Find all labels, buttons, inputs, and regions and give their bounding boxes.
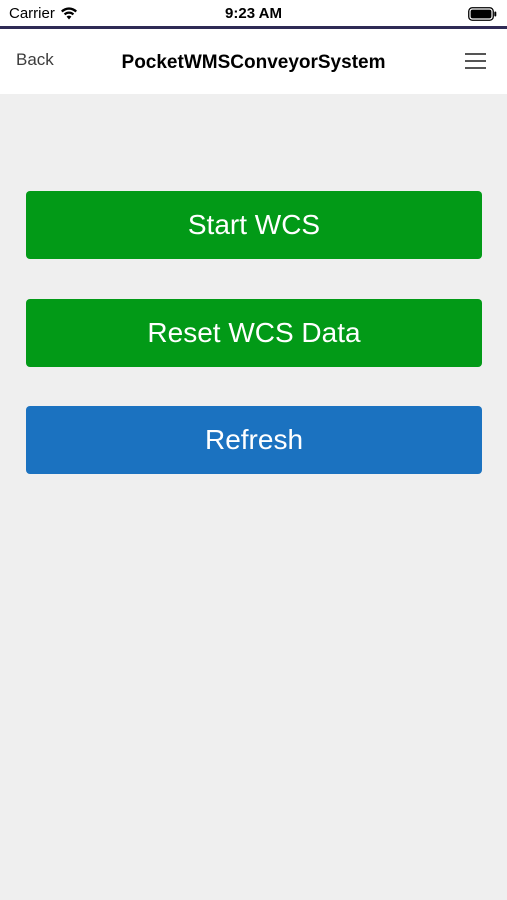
menu-line [465,60,486,62]
hamburger-menu-icon[interactable] [465,53,486,69]
menu-line [465,53,486,55]
navigation-bar: Back PocketWMSConveyorSystem [0,29,507,94]
page-title: PocketWMSConveyorSystem [121,51,386,73]
main-content: Start WCS Reset WCS Data Refresh [0,94,507,900]
battery-icon [468,7,497,21]
reset-wcs-data-button[interactable]: Reset WCS Data [26,299,482,367]
back-button[interactable]: Back [16,50,54,70]
start-wcs-button[interactable]: Start WCS [26,191,482,259]
refresh-button[interactable]: Refresh [26,406,482,474]
menu-line [465,67,486,69]
status-time: 9:23 AM [225,5,282,22]
status-bar: Carrier 9:23 AM [0,0,507,26]
